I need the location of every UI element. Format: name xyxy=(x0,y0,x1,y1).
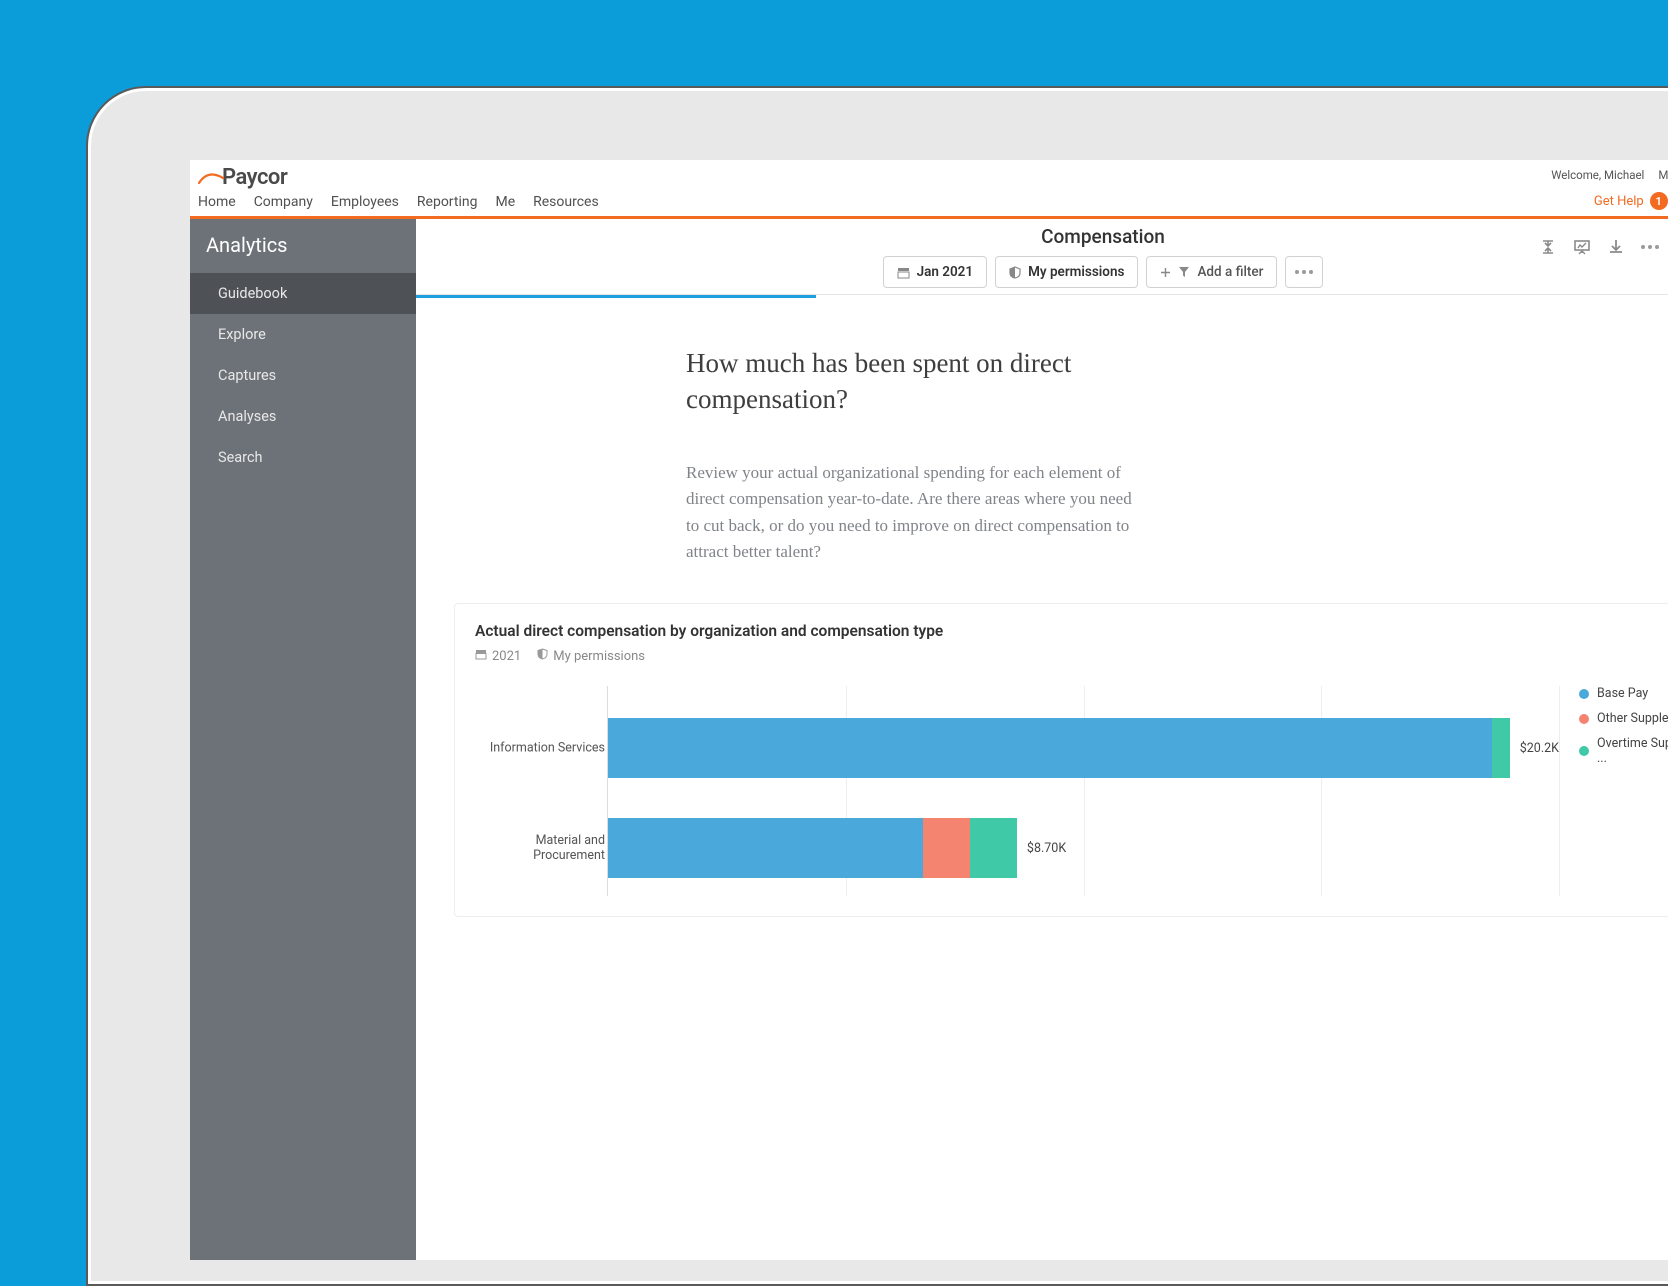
sidebar-item-search[interactable]: Search xyxy=(190,437,416,478)
presentation-icon[interactable] xyxy=(1573,238,1591,256)
shield-icon xyxy=(1009,266,1021,279)
bar-segment-base-pay xyxy=(608,718,1492,778)
add-filter-pill[interactable]: Add a filter xyxy=(1146,256,1277,288)
more-filters-button[interactable] xyxy=(1285,256,1323,288)
sidebar-title: Analytics xyxy=(190,219,416,273)
page-header: Compensation Jan 2021 xyxy=(416,219,1668,295)
y-axis-label: Information Services xyxy=(465,741,605,756)
legend-dot-icon xyxy=(1579,714,1589,724)
nav-resources[interactable]: Resources xyxy=(533,194,599,210)
legend-item[interactable]: Base Pay xyxy=(1579,686,1668,701)
bar-total-label: $8.70K xyxy=(1027,841,1066,856)
bar-segment-base-pay xyxy=(608,818,923,878)
shield-icon xyxy=(537,648,548,664)
stacked-bar[interactable] xyxy=(608,718,1510,778)
bar-segment-overtime xyxy=(1492,718,1510,778)
chart-plot: Information Services Material and Procur… xyxy=(475,686,1559,896)
sidebar-item-guidebook[interactable]: Guidebook xyxy=(190,273,416,314)
sidebar-item-explore[interactable]: Explore xyxy=(190,314,416,355)
chart-body: Information Services Material and Procur… xyxy=(475,686,1668,896)
bar-segment-overtime xyxy=(970,818,1017,878)
question-heading: How much has been spent on direct compen… xyxy=(686,345,1146,418)
chart-title: Actual direct compensation by organizati… xyxy=(475,622,1668,640)
sidebar: Analytics Guidebook Explore Captures Ana… xyxy=(190,219,416,1260)
welcome-text: Welcome, Michael xyxy=(1551,168,1644,182)
tablet-frame: Paycor Home Company Employees Reporting … xyxy=(86,86,1668,1286)
main-content: Compensation Jan 2021 xyxy=(416,219,1668,1260)
chart-meta: 2021 My permissions xyxy=(475,648,1668,664)
bar-segment-other-supplemental xyxy=(923,818,970,878)
stacked-bar[interactable] xyxy=(608,818,1017,878)
help-badge: 1 xyxy=(1650,192,1668,210)
chart-year-badge[interactable]: 2021 xyxy=(475,648,521,664)
ellipsis-icon xyxy=(1295,270,1313,274)
my-settings-link[interactable]: My Settings xyxy=(1658,168,1668,182)
chart-permissions-badge[interactable]: My permissions xyxy=(537,648,645,664)
download-icon[interactable] xyxy=(1607,238,1625,256)
header-actions: Capture xyxy=(1539,229,1668,265)
legend-dot-icon xyxy=(1579,689,1589,699)
paycor-swoosh-icon xyxy=(198,172,218,184)
brand-name: Paycor xyxy=(222,165,287,190)
content-area: How much has been spent on direct compen… xyxy=(416,295,1668,565)
calendar-icon xyxy=(475,648,487,664)
sidebar-item-analyses[interactable]: Analyses xyxy=(190,396,416,437)
topbar: Paycor Home Company Employees Reporting … xyxy=(190,160,1668,216)
sidebar-item-captures[interactable]: Captures xyxy=(190,355,416,396)
chart-card: Actual direct compensation by organizati… xyxy=(454,603,1668,917)
funnel-icon xyxy=(1178,266,1190,278)
app-viewport: Paycor Home Company Employees Reporting … xyxy=(190,160,1668,1260)
y-axis-label: Material and Procurement xyxy=(465,833,605,863)
collapse-icon[interactable] xyxy=(1539,238,1557,256)
legend-item[interactable]: Overtime Supplemental ... xyxy=(1579,736,1668,766)
nav-employees[interactable]: Employees xyxy=(331,194,399,210)
question-description: Review your actual organizational spendi… xyxy=(686,460,1146,565)
more-actions-button[interactable] xyxy=(1641,245,1659,249)
primary-nav: Home Company Employees Reporting Me Reso… xyxy=(194,192,603,216)
plot-area: $20.2K $8.70K xyxy=(607,686,1559,896)
loading-progress-bar xyxy=(416,295,816,298)
bar-row: $20.2K xyxy=(608,718,1559,778)
nav-me[interactable]: Me xyxy=(495,194,515,210)
bar-row: $8.70K xyxy=(608,818,1559,878)
nav-reporting[interactable]: Reporting xyxy=(417,194,478,210)
date-filter-pill[interactable]: Jan 2021 xyxy=(883,256,988,288)
brand-logo[interactable]: Paycor xyxy=(194,161,603,192)
permissions-filter-pill[interactable]: My permissions xyxy=(995,256,1138,288)
calendar-icon xyxy=(897,266,910,279)
nav-company[interactable]: Company xyxy=(254,194,313,210)
page-title: Compensation xyxy=(1041,225,1165,248)
filter-row: Jan 2021 My permissions xyxy=(883,256,1324,288)
chart-legend: Base Pay Other Supplemental Pay Overtime… xyxy=(1559,686,1668,896)
ellipsis-icon xyxy=(1641,245,1659,249)
nav-home[interactable]: Home xyxy=(198,194,236,210)
plus-icon xyxy=(1160,267,1171,278)
get-help-link[interactable]: Get Help 1 xyxy=(1594,192,1668,210)
top-utility-links: Welcome, Michael My Settings Sign Out xyxy=(1551,168,1668,182)
legend-item[interactable]: Other Supplemental Pay xyxy=(1579,711,1668,726)
bar-total-label: $20.2K xyxy=(1520,741,1559,756)
legend-dot-icon xyxy=(1579,746,1589,756)
